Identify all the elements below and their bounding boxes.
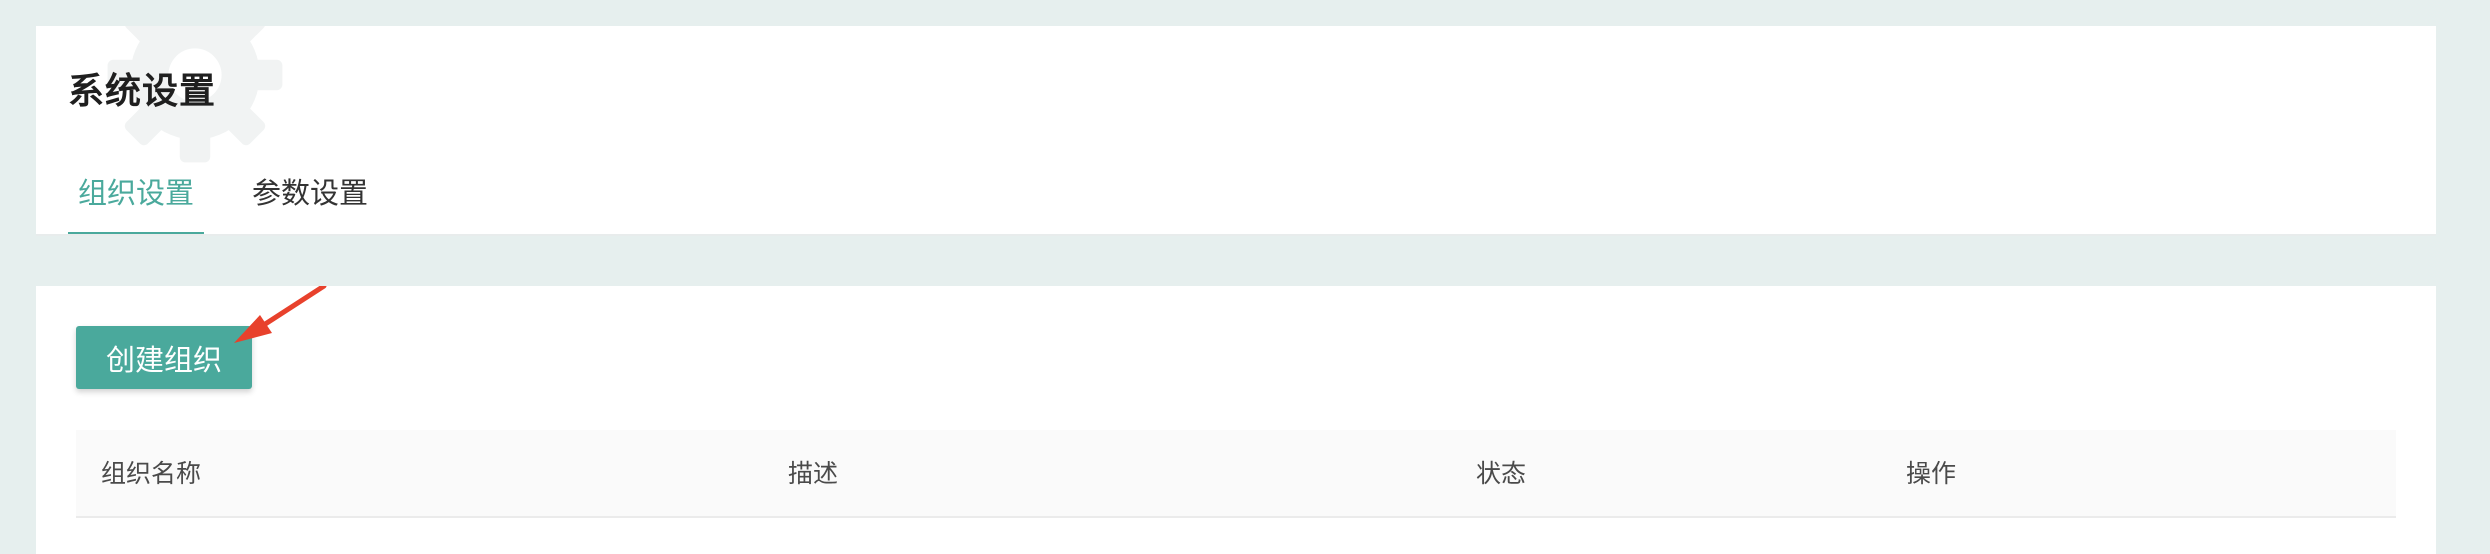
tab-parameter-settings[interactable]: 参数设置: [242, 170, 378, 234]
tab-bar: 组织设置 参数设置: [68, 170, 416, 234]
create-organization-button[interactable]: 创建组织: [76, 326, 252, 389]
column-header-actions[interactable]: 操作: [1906, 430, 1956, 518]
column-header-name[interactable]: 组织名称: [101, 430, 201, 518]
column-header-status[interactable]: 状态: [1476, 430, 1526, 518]
table-header: 组织名称 描述 状态 操作: [76, 430, 2396, 518]
column-header-description[interactable]: 描述: [788, 430, 838, 518]
header-card: 系统设置 组织设置 参数设置: [36, 26, 2436, 236]
tab-organization-settings[interactable]: 组织设置: [68, 170, 205, 234]
content-card: 创建组织 组织名称 描述 状态 操作: [36, 286, 2436, 554]
page-title: 系统设置: [68, 71, 217, 112]
